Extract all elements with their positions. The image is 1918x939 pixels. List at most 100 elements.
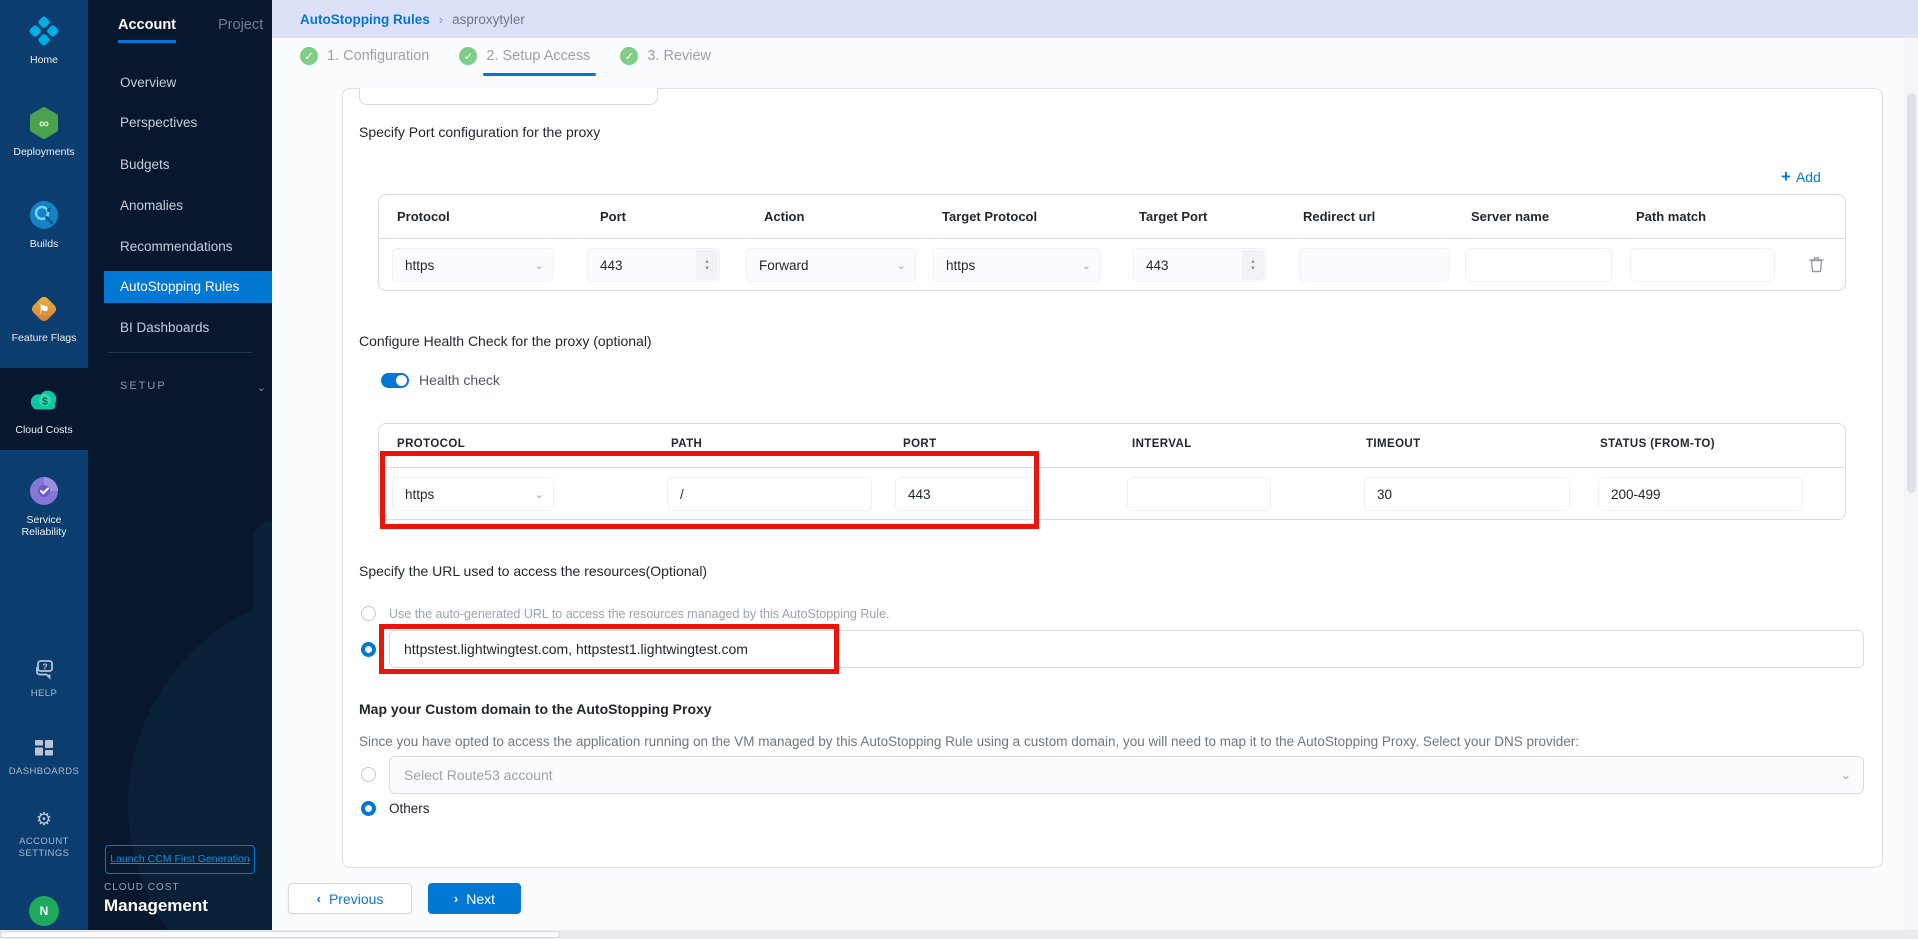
port-table-header: Protocol Port Action Target Protocol Tar… xyxy=(379,195,1845,239)
dashboards-grid-icon xyxy=(27,738,61,760)
target-port-input[interactable]: 443 ▴ ▾ xyxy=(1133,248,1266,282)
ccm-sidebar: Account Project Overview Perspectives Bu… xyxy=(88,0,272,939)
step-setup-access[interactable]: ✓ 2. Setup Access xyxy=(459,47,590,65)
hc-timeout-input[interactable]: 30 xyxy=(1364,477,1570,511)
next-button[interactable]: › Next xyxy=(428,883,521,914)
redirect-url-input[interactable] xyxy=(1299,248,1450,282)
svg-text:⚑: ⚑ xyxy=(38,302,50,317)
sidebar-divider xyxy=(108,352,252,353)
sidebar-item-budgets[interactable]: Budgets xyxy=(88,150,272,180)
sidebar-item-recommendations[interactable]: Recommendations xyxy=(88,232,272,262)
tab-account[interactable]: Account xyxy=(118,17,176,43)
hc-protocol-select[interactable]: https ⌄ xyxy=(392,477,554,511)
col-hc-status: STATUS (FROM-TO) xyxy=(1600,438,1715,450)
rail-item-account-settings[interactable]: ⚙ ACCOUNT SETTINGS xyxy=(0,808,88,860)
rail-module-feature-flags[interactable]: ⚑ Feature Flags xyxy=(0,292,88,344)
active-step-underline xyxy=(483,73,596,76)
route53-placeholder: Select Route53 account xyxy=(404,767,553,783)
rail-module-label: Builds xyxy=(0,238,88,250)
previous-label: Previous xyxy=(329,891,383,907)
number-spinner[interactable]: ▴ ▾ xyxy=(1242,250,1264,280)
chevron-down-icon: ⌄ xyxy=(897,259,906,272)
others-radio-label[interactable]: Others xyxy=(389,801,430,816)
route53-radio[interactable] xyxy=(361,767,376,782)
port-config-table: Protocol Port Action Target Protocol Tar… xyxy=(378,194,1846,291)
chevron-right-icon: › xyxy=(454,891,458,906)
launch-ccm-first-gen-button[interactable]: Launch CCM First Generation xyxy=(105,845,255,874)
path-match-input[interactable] xyxy=(1630,248,1775,282)
col-redirect-url: Redirect url xyxy=(1303,209,1375,224)
rail-module-home[interactable]: Home xyxy=(0,14,88,66)
breadcrumb-autostopping-rules[interactable]: AutoStopping Rules xyxy=(300,12,430,27)
sidebar-item-perspectives[interactable]: Perspectives xyxy=(88,108,272,138)
spinner-down-icon: ▾ xyxy=(705,265,709,272)
add-port-row-button[interactable]: + Add xyxy=(1781,167,1821,187)
col-hc-protocol: PROTOCOL xyxy=(397,438,465,450)
rail-module-service-reliability[interactable]: Service Reliability xyxy=(0,474,88,538)
sidebar-item-bi-dashboards[interactable]: BI Dashboards xyxy=(88,313,272,343)
spinner-up-icon: ▴ xyxy=(705,258,709,265)
horizontal-scrollbar-thumb[interactable] xyxy=(0,931,560,938)
action-select[interactable]: Forward ⌄ xyxy=(746,248,916,282)
trash-icon xyxy=(1809,256,1824,273)
sidebar-item-autostopping-rules[interactable]: AutoStopping Rules xyxy=(104,271,272,303)
rail-module-builds[interactable]: Builds xyxy=(0,198,88,250)
col-hc-interval: INTERVAL xyxy=(1132,438,1192,450)
chevron-down-icon: ⌄ xyxy=(535,488,544,501)
target-port-value: 443 xyxy=(1146,258,1169,273)
rail-module-deployments[interactable]: ∞ Deployments xyxy=(0,106,88,158)
rail-item-dashboards[interactable]: DASHBOARDS xyxy=(0,738,88,778)
hc-path-input[interactable]: / xyxy=(667,477,872,511)
step-review[interactable]: ✓ 3. Review xyxy=(620,47,711,65)
rail-item-help[interactable]: ? HELP xyxy=(0,658,88,700)
hc-status-input[interactable]: 200-499 xyxy=(1598,477,1803,511)
target-protocol-select[interactable]: https ⌄ xyxy=(933,248,1101,282)
previous-button[interactable]: ‹ Previous xyxy=(288,883,412,914)
step-label: 3. Review xyxy=(647,48,711,64)
step-check-icon: ✓ xyxy=(620,47,638,65)
rail-module-label: Home xyxy=(0,54,88,66)
hc-interval-input[interactable] xyxy=(1127,477,1271,511)
col-server-name: Server name xyxy=(1471,209,1549,224)
hc-status-value: 200-499 xyxy=(1611,487,1661,502)
tab-project[interactable]: Project xyxy=(218,17,263,43)
step-configuration[interactable]: ✓ 1. Configuration xyxy=(300,47,429,65)
col-port: Port xyxy=(600,209,626,224)
user-avatar[interactable]: N xyxy=(29,896,59,926)
protocol-select[interactable]: https ⌄ xyxy=(392,248,554,282)
sidebar-item-anomalies[interactable]: Anomalies xyxy=(88,191,272,221)
rail-module-label: Feature Flags xyxy=(0,332,88,344)
vertical-scrollbar-thumb[interactable] xyxy=(1907,93,1916,493)
hc-port-input[interactable]: 443 xyxy=(895,477,1045,511)
sidebar-setup-group[interactable]: SETUP ⌄ xyxy=(120,380,252,392)
setup-access-panel: Specify Port configuration for the proxy… xyxy=(342,88,1883,868)
server-name-input[interactable] xyxy=(1465,248,1612,282)
col-path-match: Path match xyxy=(1636,209,1706,224)
port-config-title: Specify Port configuration for the proxy xyxy=(359,124,600,140)
scrolled-input-remnant xyxy=(359,88,658,105)
rail-module-cloud-costs[interactable]: $ Cloud Costs xyxy=(0,368,88,450)
horizontal-scrollbar[interactable] xyxy=(0,930,1918,939)
rail-item-label: DASHBOARDS xyxy=(0,766,88,778)
product-name: Management xyxy=(104,896,208,916)
rail-item-label: HELP xyxy=(0,688,88,700)
route53-account-select[interactable]: Select Route53 account ⌄ xyxy=(389,756,1864,794)
health-check-toggle[interactable] xyxy=(381,373,409,388)
delete-row-button[interactable] xyxy=(1809,256,1824,278)
sidebar-item-overview[interactable]: Overview xyxy=(88,68,272,98)
port-value: 443 xyxy=(600,258,623,273)
custom-url-input[interactable] xyxy=(389,630,1864,668)
auto-url-radio[interactable] xyxy=(361,606,376,621)
vertical-scrollbar[interactable] xyxy=(1904,38,1918,930)
port-input[interactable]: 443 ▴ ▾ xyxy=(587,248,720,282)
svg-text:?: ? xyxy=(42,662,47,672)
others-radio[interactable] xyxy=(361,801,376,816)
breadcrumb-bar: AutoStopping Rules › asproxytyler xyxy=(272,0,1918,38)
auto-url-radio-label[interactable]: Use the auto-generated URL to access the… xyxy=(389,607,890,621)
next-label: Next xyxy=(466,891,495,907)
custom-url-radio[interactable] xyxy=(361,642,376,657)
svg-text:∞: ∞ xyxy=(39,115,49,131)
step-check-icon: ✓ xyxy=(300,47,318,65)
number-spinner[interactable]: ▴ ▾ xyxy=(696,250,718,280)
chevron-down-icon: ⌄ xyxy=(257,381,266,394)
